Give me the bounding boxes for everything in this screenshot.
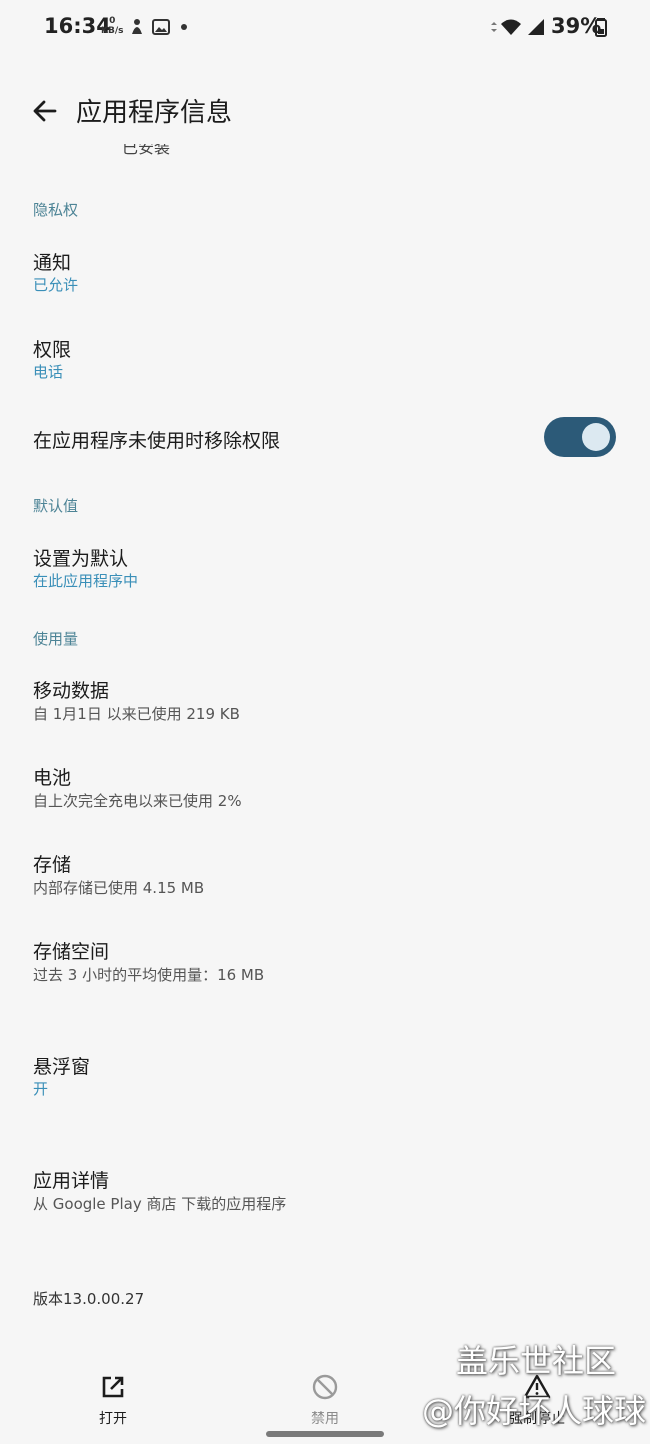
section-header-defaults: 默认值 [33,497,79,515]
floating-window-status: 开 [33,1080,49,1098]
set-default-title: 设置为默认 [33,548,129,570]
image-icon [152,19,170,35]
permissions-summary: 电话 [33,363,64,381]
page-title: 应用程序信息 [76,98,233,128]
open-button[interactable]: 打开 [53,1372,173,1432]
battery-icon [595,18,607,37]
toggle-knob [582,423,610,451]
floating-window-item[interactable]: 悬浮窗 开 [0,1044,650,1104]
app-details-title: 应用详情 [33,1170,110,1192]
network-speed: 0 KB/s [101,16,124,36]
app-details-summary: 从 Google Play 商店 下载的应用程序 [33,1195,287,1213]
status-bar: 16:34 0 KB/s 39% [0,0,650,56]
disable-icon [312,1374,338,1400]
memory-title: 存储空间 [33,941,110,963]
permissions-title: 权限 [33,339,72,361]
section-header-privacy: 隐私权 [33,201,79,219]
version-text: 版本13.0.00.27 [33,1290,145,1308]
disable-button[interactable]: 禁用 [265,1372,385,1432]
gesture-nav-handle[interactable] [266,1431,384,1437]
set-default-summary: 在此应用程序中 [33,572,139,590]
remove-permissions-toggle[interactable] [544,417,616,457]
notifications-item[interactable]: 通知 已允许 [0,240,650,300]
cellular-signal-icon [528,19,544,35]
memory-item[interactable]: 存储空间 过去 3 小时的平均使用量：16 MB [0,929,650,989]
notification-app-icon [132,19,142,34]
watermark-author: @你好坏人球球 [422,1392,647,1430]
open-external-icon [102,1376,124,1398]
storage-summary: 内部存储已使用 4.15 MB [33,879,205,897]
mobile-data-title: 移动数据 [33,680,110,702]
mobile-data-item[interactable]: 移动数据 自 1月1日 以来已使用 219 KB [0,668,650,728]
remove-permissions-title: 在应用程序未使用时移除权限 [33,430,281,452]
permissions-item[interactable]: 权限 电话 [0,327,650,387]
notifications-title: 通知 [33,252,72,274]
set-default-item[interactable]: 设置为默认 在此应用程序中 [0,536,650,596]
floating-window-title: 悬浮窗 [33,1056,91,1078]
back-arrow-icon[interactable] [28,94,62,128]
section-header-usage: 使用量 [33,630,79,648]
watermark-community: 盖乐世社区 [456,1342,617,1380]
scrolled-off-text: 已安装 [122,144,171,156]
notifications-status: 已允许 [33,276,79,294]
battery-title: 电池 [33,767,72,789]
app-details-item[interactable]: 应用详情 从 Google Play 商店 下载的应用程序 [0,1158,650,1218]
more-notifications-dot-icon [181,24,187,30]
open-label: 打开 [99,1411,127,1427]
disable-label: 禁用 [311,1411,339,1427]
storage-item[interactable]: 存储 内部存储已使用 4.15 MB [0,842,650,902]
mobile-data-summary: 自 1月1日 以来已使用 219 KB [33,705,240,723]
battery-item[interactable]: 电池 自上次完全充电以来已使用 2% [0,755,650,815]
battery-summary: 自上次完全充电以来已使用 2% [33,792,242,810]
memory-summary: 过去 3 小时的平均使用量：16 MB [33,966,265,984]
storage-title: 存储 [33,854,72,876]
wifi-icon [501,19,521,35]
